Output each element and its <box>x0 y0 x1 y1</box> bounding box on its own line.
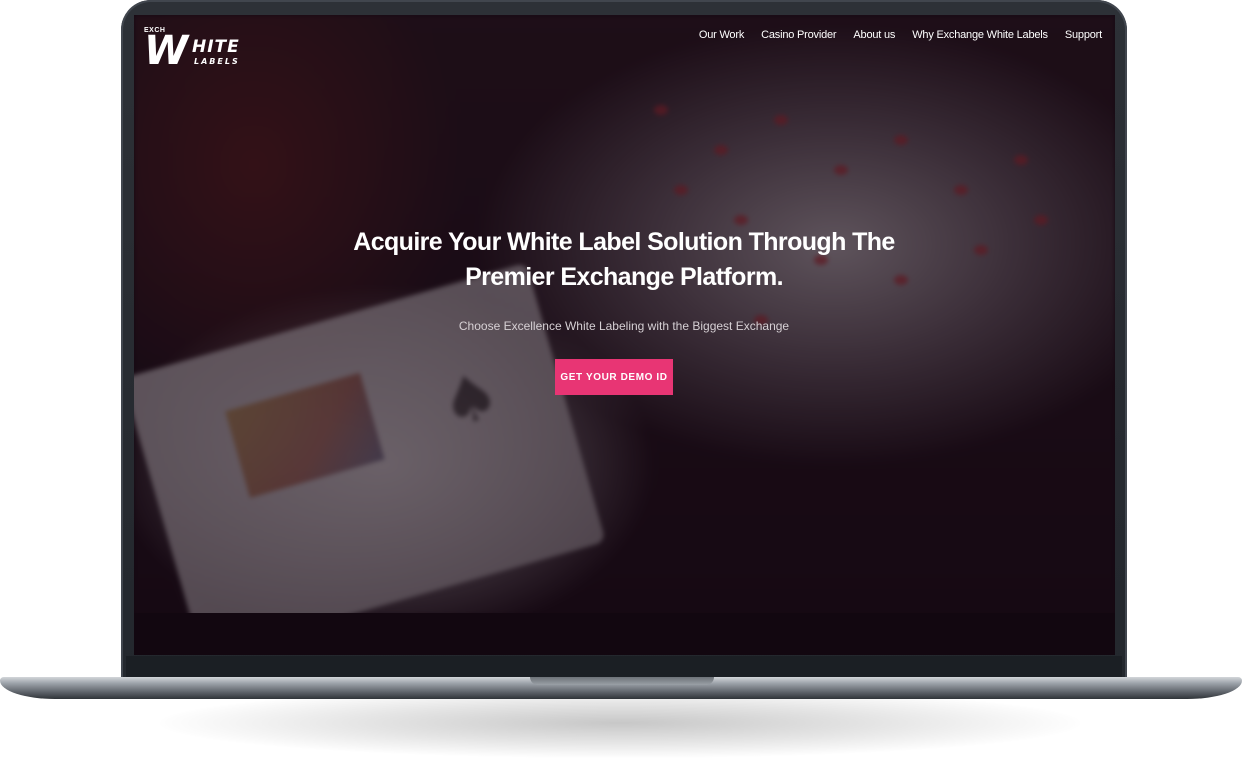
mockup-stage: ♠ EXCH W HITE LABELS Our Work <box>0 0 1242 768</box>
nav-item-casino-provider[interactable]: Casino Provider <box>761 29 836 41</box>
hero-dark-overlay <box>134 15 1115 615</box>
laptop-opening-notch <box>530 677 714 685</box>
logo-subword: LABELS <box>194 57 240 66</box>
logo-word: HITE <box>192 37 240 57</box>
main-navigation: Our Work Casino Provider About us Why Ex… <box>699 29 1102 41</box>
get-demo-id-button[interactable]: GET YOUR DEMO ID <box>555 359 673 395</box>
nav-item-about-us[interactable]: About us <box>853 29 895 41</box>
nav-item-why-exchange-white-labels[interactable]: Why Exchange White Labels <box>912 29 1048 41</box>
nav-item-our-work[interactable]: Our Work <box>699 29 744 41</box>
site-logo[interactable]: EXCH W HITE LABELS <box>144 27 264 73</box>
logo-letter-w: W <box>144 28 188 74</box>
laptop-screen: ♠ EXCH W HITE LABELS Our Work <box>134 15 1115 655</box>
hero-subtitle: Choose Excellence White Labeling with th… <box>458 319 790 333</box>
hero-bottom-band <box>134 613 1115 655</box>
laptop-screen-chin <box>126 656 1122 678</box>
hero-title: Acquire Your White Label Solution Throug… <box>353 228 895 291</box>
nav-item-support[interactable]: Support <box>1065 29 1102 41</box>
